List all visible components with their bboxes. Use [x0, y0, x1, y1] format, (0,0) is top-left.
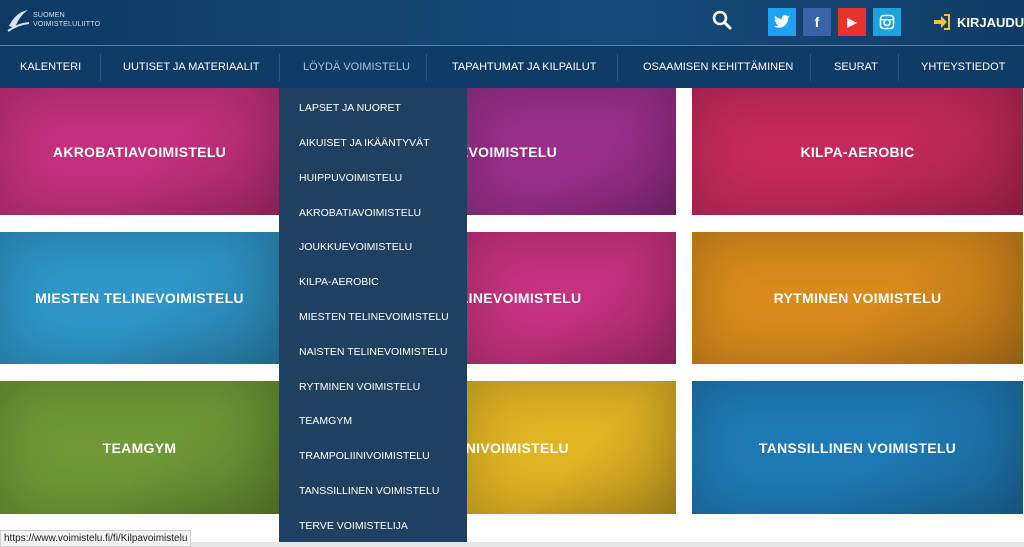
nav-item-seurat[interactable]: SEURAT — [834, 46, 878, 89]
dropdown-item[interactable]: TEAMGYM — [299, 415, 352, 427]
dropdown-item[interactable]: TERVE VOIMISTELIJA — [299, 520, 408, 532]
nav-divider — [426, 54, 427, 81]
nav-item-loyda-voimistelu[interactable]: LÖYDÄ VOIMISTELU — [303, 46, 410, 89]
nav-item-uutiset[interactable]: UUTISET JA MATERIAALIT — [123, 46, 260, 89]
nav-item-tapahtumat[interactable]: TAPAHTUMAT JA KILPAILUT — [452, 46, 596, 89]
nav-divider — [279, 54, 280, 81]
nav-divider — [617, 54, 618, 81]
dropdown-item[interactable]: LAPSET JA NUORET — [299, 102, 401, 114]
logo-line-2: VOIMISTELULIITTO — [33, 21, 101, 28]
tile-rytminen-voimistelu[interactable]: RYTMINEN VOIMISTELU — [692, 232, 1023, 364]
tile-akrobatiavoimistelu[interactable]: AKROBATIAVOIMISTELU — [0, 88, 279, 215]
tile-label: KILPA-AEROBIC — [800, 143, 915, 160]
dropdown-item[interactable]: RYTMINEN VOIMISTELU — [299, 381, 420, 393]
tile-joukkuevoimistelu[interactable]: JOUKKUEVOIMISTELU — [467, 88, 676, 215]
tile-tanssillinen-voimistelu[interactable]: TANSSILLINEN VOIMISTELU — [692, 381, 1023, 514]
dropdown-item[interactable]: HUIPPUVOIMISTELU — [299, 172, 402, 184]
tile-kilpa-aerobic[interactable]: KILPA-AEROBIC — [692, 88, 1023, 215]
instagram-camera-icon — [879, 14, 895, 30]
youtube-glyph: ▶ — [847, 15, 857, 29]
find-gymnastics-dropdown: LAPSET JA NUORET AIKUISET JA IKÄÄNTYVÄT … — [279, 88, 467, 547]
tile-label: RYTMINEN VOIMISTELU — [773, 290, 942, 306]
nav-item-kalenteri[interactable]: KALENTERI — [20, 46, 81, 89]
dropdown-item[interactable]: TRAMPOLIINIVOIMISTELU — [299, 450, 430, 462]
tile-label: TANSSILLINEN VOIMISTELU — [758, 439, 957, 456]
tile-label: TRAMPOLIINIVOIMISTELU — [467, 439, 569, 456]
status-bar-url: https://www.voimistelu.fi/fi/Kilpavoimis… — [0, 530, 192, 547]
nav-divider — [810, 54, 811, 81]
top-bar: SUOMEN VOIMISTELULIITTO f ▶ KIRJAUDU — [0, 0, 1024, 45]
logo-line-1: SUOMEN — [33, 12, 65, 19]
tile-naisten-telinevoimistelu[interactable]: NAISTEN TELINEVOIMISTELU — [467, 232, 676, 364]
site-logo[interactable]: SUOMEN VOIMISTELULIITTO — [6, 6, 126, 40]
nav-divider — [100, 54, 101, 81]
dropdown-item[interactable]: AIKUISET JA IKÄÄNTYVÄT — [299, 137, 430, 149]
dropdown-item[interactable]: NAISTEN TELINEVOIMISTELU — [299, 346, 448, 358]
tile-trampoliinivoimistelu[interactable]: TRAMPOLIINIVOIMISTELU — [467, 381, 676, 514]
horizontal-scrollbar[interactable] — [186, 542, 1024, 547]
tile-label: AKROBATIAVOIMISTELU — [52, 143, 227, 160]
tile-teamgym[interactable]: TEAMGYM — [0, 381, 279, 514]
facebook-icon[interactable]: f — [803, 8, 831, 36]
nav-item-yhteystiedot[interactable]: YHTEYSTIEDOT — [921, 46, 1005, 89]
main-nav: KALENTERI UUTISET JA MATERIAALIT LÖYDÄ V… — [0, 45, 1024, 88]
tile-label: MIESTEN TELINEVOIMISTELU — [35, 290, 244, 306]
logo-text: SUOMEN VOIMISTELULIITTO — [33, 11, 100, 29]
facebook-glyph: f — [814, 14, 820, 30]
twitter-bird-icon — [774, 15, 790, 28]
tile-miesten-telinevoimistelu[interactable]: MIESTEN TELINEVOIMISTELU — [0, 232, 279, 364]
tile-label: JOUKKUEVOIMISTELU — [467, 143, 558, 160]
tile-label: NAISTEN TELINEVOIMISTELU — [467, 290, 582, 306]
dropdown-item[interactable]: MIESTEN TELINEVOIMISTELU — [299, 311, 449, 323]
login-arrow-icon — [934, 14, 950, 30]
nav-divider — [898, 54, 899, 81]
login-label: KIRJAUDU — [957, 14, 1024, 30]
nav-item-osaamisen-kehittaminen[interactable]: OSAAMISEN KEHITTÄMINEN — [643, 46, 793, 89]
search-icon[interactable] — [711, 9, 733, 31]
tile-label: TEAMGYM — [102, 439, 177, 456]
dropdown-item[interactable]: AKROBATIAVOIMISTELU — [299, 207, 421, 219]
logo-mark-icon — [7, 10, 30, 32]
youtube-icon[interactable]: ▶ — [838, 8, 866, 36]
dropdown-item[interactable]: KILPA-AEROBIC — [299, 276, 379, 288]
login-button[interactable]: KIRJAUDU — [933, 11, 1024, 33]
dropdown-item[interactable]: TANSSILLINEN VOIMISTELU — [299, 485, 439, 497]
instagram-icon[interactable] — [873, 8, 901, 36]
twitter-icon[interactable] — [768, 8, 796, 36]
dropdown-item[interactable]: JOUKKUEVOIMISTELU — [299, 241, 412, 253]
